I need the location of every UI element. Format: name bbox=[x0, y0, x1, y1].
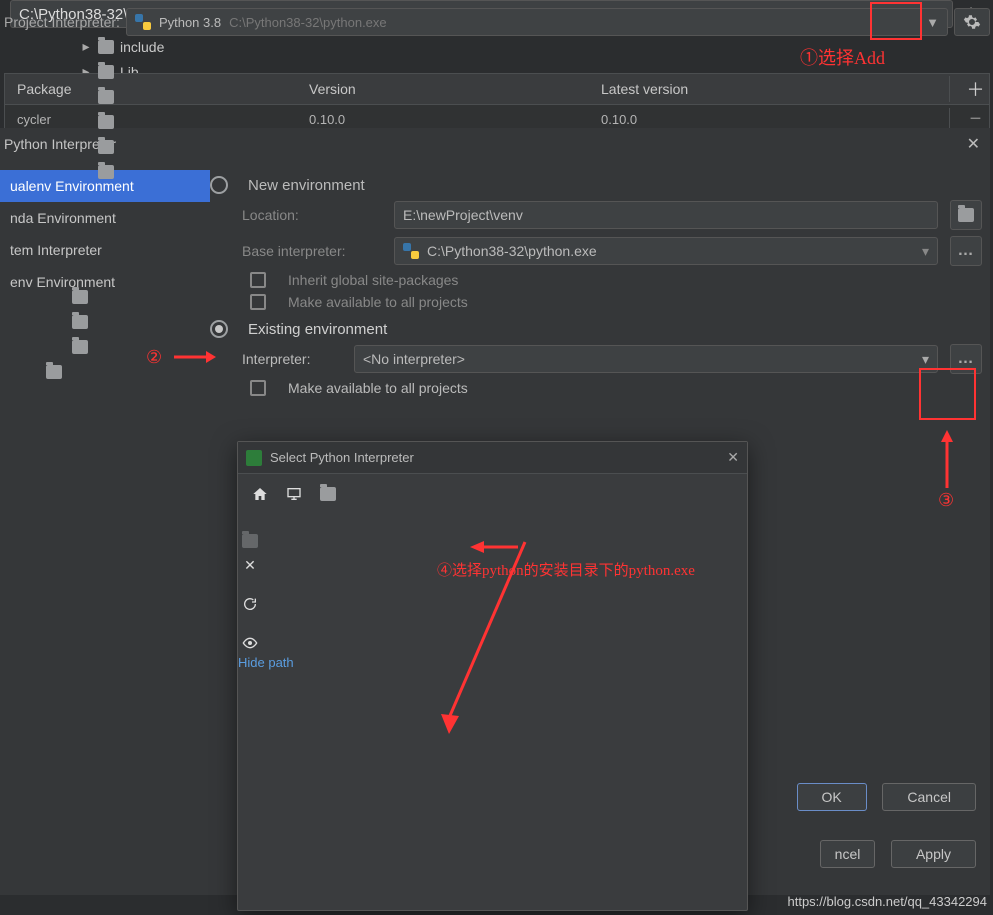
folder-icon bbox=[98, 40, 114, 54]
dialog-buttons: OK Cancel bbox=[785, 783, 976, 811]
existing-env-label: Existing environment bbox=[248, 321, 387, 338]
folder-icon bbox=[98, 165, 114, 179]
apply-button[interactable]: Apply bbox=[891, 840, 976, 868]
select-interpreter-dialog: Select Python Interpreter ✕ ✕ Hide path bbox=[237, 441, 748, 911]
python-icon bbox=[403, 243, 419, 259]
base-interpreter-dropdown[interactable]: C:\Python38-32\python.exe▾ bbox=[394, 237, 938, 265]
interpreter-name: Python 3.8 bbox=[159, 15, 221, 30]
chevron-down-icon: ▾ bbox=[922, 351, 929, 368]
sidebar-item-conda[interactable]: nda Environment bbox=[0, 202, 210, 234]
make-available-label-1: Make available to all projects bbox=[288, 294, 468, 310]
sidebar-item-pipenv[interactable]: env Environment bbox=[0, 266, 210, 298]
folder-icon bbox=[98, 65, 114, 79]
interpreter-path: C:\Python38-32\python.exe bbox=[229, 15, 387, 30]
python-icon bbox=[135, 14, 151, 30]
settings-gear-button[interactable] bbox=[954, 8, 990, 36]
pkg-latest: 0.10.0 bbox=[589, 112, 949, 127]
location-label: Location: bbox=[242, 207, 382, 223]
show-hidden-icon[interactable] bbox=[238, 631, 262, 655]
file-browser-toolbar bbox=[238, 474, 747, 514]
dialog2-titlebar: Select Python Interpreter ✕ bbox=[238, 442, 747, 474]
make-available-label-2: Make available to all projects bbox=[288, 380, 468, 396]
packages-table: Package Version Latest version ＋ cycler … bbox=[4, 73, 990, 133]
pycharm-icon bbox=[246, 450, 262, 466]
folder-icon bbox=[72, 315, 88, 329]
dialog-title: Python Interpreter bbox=[0, 128, 990, 160]
make-available-checkbox-2[interactable] bbox=[250, 380, 266, 396]
home-icon[interactable] bbox=[248, 482, 272, 506]
interpreter-dropdown[interactable]: Python 3.8 C:\Python38-32\python.exe ▼ bbox=[126, 8, 948, 36]
col-package[interactable]: Package bbox=[5, 81, 297, 97]
browse-folder-icon[interactable] bbox=[950, 200, 982, 230]
settings-dialog-buttons: ncel Apply bbox=[808, 840, 976, 868]
col-latest[interactable]: Latest version bbox=[589, 81, 949, 97]
make-available-checkbox-1[interactable] bbox=[250, 294, 266, 310]
existing-env-radio[interactable] bbox=[210, 320, 228, 338]
pkg-name: cycler bbox=[5, 112, 297, 127]
interpreter-bar: Project Interpreter: Python 3.8 C:\Pytho… bbox=[0, 6, 990, 38]
interpreter-dropdown-existing[interactable]: <No interpreter>▾ bbox=[354, 345, 938, 373]
browse-interpreter-button[interactable]: … bbox=[950, 344, 982, 374]
env-form: New environment Location: E:\newProject\… bbox=[210, 170, 982, 402]
folder-icon bbox=[98, 90, 114, 104]
inherit-checkbox[interactable] bbox=[250, 272, 266, 288]
gear-icon bbox=[963, 13, 981, 31]
watermark: https://blog.csdn.net/qq_43342294 bbox=[788, 894, 988, 909]
new-env-label: New environment bbox=[248, 177, 365, 194]
pkg-version: 0.10.0 bbox=[297, 112, 589, 127]
delete-icon[interactable]: ✕ bbox=[238, 553, 262, 577]
folder-icon bbox=[46, 365, 62, 379]
close-icon[interactable]: ✕ bbox=[727, 449, 739, 466]
browse-base-button[interactable]: … bbox=[950, 236, 982, 266]
interpreter-label: Interpreter: bbox=[242, 351, 342, 367]
project-interpreter-label: Project Interpreter: bbox=[0, 14, 120, 30]
project-icon[interactable] bbox=[316, 482, 340, 506]
environment-type-list: ualenv Environment nda Environment tem I… bbox=[0, 170, 210, 298]
dialog2-title: Select Python Interpreter bbox=[270, 450, 414, 465]
new-folder-icon[interactable] bbox=[238, 529, 262, 553]
col-version[interactable]: Version bbox=[297, 81, 589, 97]
sidebar-item-system[interactable]: tem Interpreter bbox=[0, 234, 210, 266]
base-interp-label: Base interpreter: bbox=[242, 243, 382, 259]
chevron-down-icon: ▾ bbox=[922, 243, 929, 260]
outer-cancel-button[interactable]: ncel bbox=[820, 840, 876, 868]
packages-header: Package Version Latest version ＋ bbox=[4, 73, 990, 105]
folder-icon bbox=[72, 340, 88, 354]
plus-icon: ＋ bbox=[967, 76, 985, 102]
folder-icon bbox=[72, 290, 88, 304]
cancel-button[interactable]: Cancel bbox=[882, 783, 976, 811]
location-input[interactable]: E:\newProject\venv bbox=[394, 201, 938, 229]
tree-item-label: include bbox=[120, 39, 164, 55]
folder-icon bbox=[98, 140, 114, 154]
chevron-down-icon: ▼ bbox=[926, 15, 939, 30]
new-env-radio[interactable] bbox=[210, 176, 228, 194]
refresh-icon[interactable] bbox=[238, 592, 262, 616]
close-icon[interactable]: ✕ bbox=[967, 134, 980, 154]
add-package-button[interactable]: ＋ bbox=[949, 76, 989, 102]
hide-path-link[interactable]: Hide path bbox=[238, 655, 294, 670]
inherit-label: Inherit global site-packages bbox=[288, 272, 458, 288]
ok-button[interactable]: OK bbox=[797, 783, 867, 811]
folder-icon bbox=[98, 115, 114, 129]
desktop-icon[interactable] bbox=[282, 482, 306, 506]
